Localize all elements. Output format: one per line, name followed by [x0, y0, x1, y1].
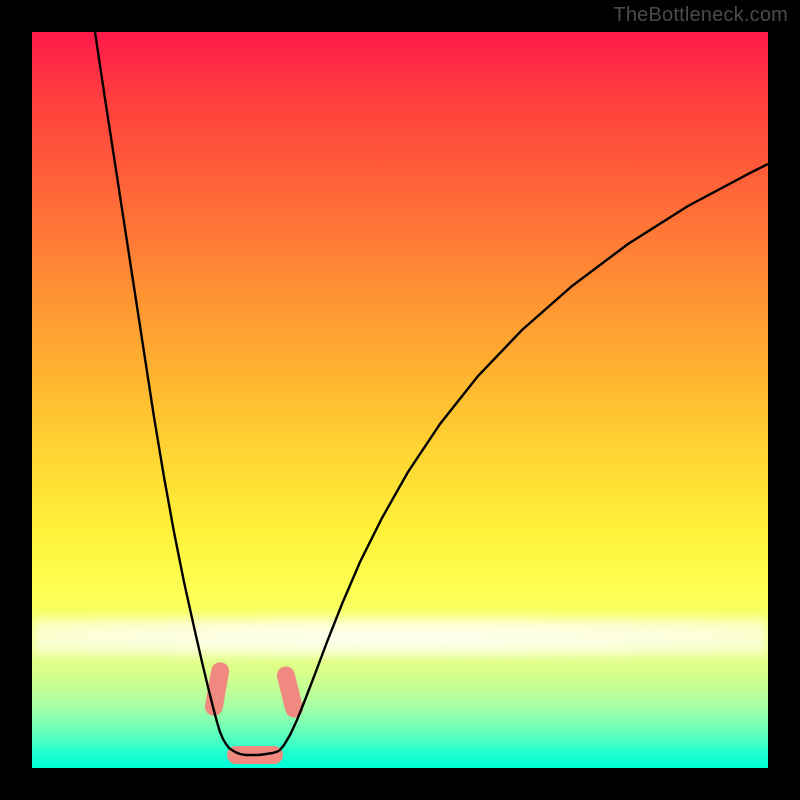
series-left-branch [95, 32, 235, 752]
series-right-branch [279, 164, 768, 751]
marker-group [203, 661, 305, 764]
frame: TheBottleneck.com [0, 0, 800, 800]
watermark-text: TheBottleneck.com [613, 4, 788, 27]
curve-layer [32, 32, 768, 768]
plot-area [32, 32, 768, 768]
